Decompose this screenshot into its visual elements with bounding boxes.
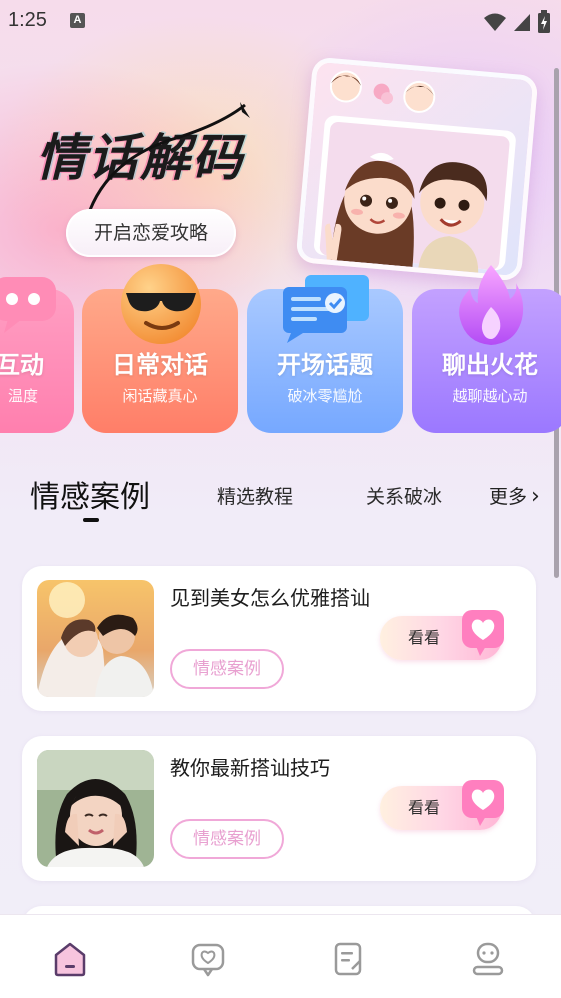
article-tag[interactable]: 情感案例 xyxy=(170,649,284,689)
article-thumbnail xyxy=(37,580,154,697)
heart-bubble-icon xyxy=(462,610,504,656)
signal-icon xyxy=(514,14,530,31)
category-title: 开场话题 xyxy=(277,351,373,379)
category-subtitle: 闲话藏真心 xyxy=(122,387,198,405)
category-subtitle: 破冰零尴尬 xyxy=(287,387,363,405)
article-card[interactable]: 见到美女怎么优雅搭讪 情感案例 看看 xyxy=(22,566,536,711)
tab-relationship-icebreak[interactable]: 关系破冰 xyxy=(366,482,444,512)
chat-bubble-icon xyxy=(0,277,56,333)
more-label: 更多 xyxy=(489,486,528,508)
chat-heart-icon[interactable] xyxy=(188,939,228,979)
article-title: 见到美女怎么优雅搭讪 xyxy=(170,586,370,610)
view-button[interactable]: 看看 xyxy=(380,780,504,830)
fire-icon xyxy=(459,265,524,345)
view-button-label: 看看 xyxy=(408,798,441,817)
category-card-opening-topics[interactable]: 开场话题 破冰零尴尬 xyxy=(247,275,403,433)
view-button[interactable]: 看看 xyxy=(380,610,504,660)
home-icon[interactable] xyxy=(50,939,90,979)
message-document-icon xyxy=(283,275,369,343)
category-title: 聊出火花 xyxy=(442,351,538,379)
article-tag[interactable]: 情感案例 xyxy=(170,819,284,859)
status-icons xyxy=(483,10,551,34)
notes-icon[interactable] xyxy=(328,939,368,979)
category-title: 日常对话 xyxy=(112,351,208,379)
article-card[interactable]: 教你最新搭讪技巧 情感案例 看看 xyxy=(22,736,536,881)
girl-photo-image xyxy=(37,750,154,867)
sunglasses-emoji-icon xyxy=(121,264,201,344)
content-tabs: 情感案例 精选教程 关系破冰 更多 › xyxy=(0,472,561,532)
category-subtitle: 越聊越心动 xyxy=(452,387,528,405)
couple-illustration xyxy=(295,56,539,282)
tab-label: 关系破冰 xyxy=(366,486,443,508)
view-button-label: 看看 xyxy=(408,628,441,647)
couple-cartoon-image xyxy=(300,61,534,277)
heart-bubble-icon xyxy=(462,780,504,826)
chevron-right-icon: › xyxy=(531,484,540,509)
article-title: 教你最新搭讪技巧 xyxy=(170,756,330,780)
battery-icon xyxy=(538,10,550,33)
category-card-spark-chat[interactable]: 聊出火花 越聊越心动 xyxy=(412,265,561,433)
bottom-navigation xyxy=(0,914,561,998)
profile-icon[interactable] xyxy=(468,939,508,979)
article-thumbnail xyxy=(37,750,154,867)
app-screen: 1:25 A 情话解码 开启恋爱攻略 互动 温度 日常对话 闲话藏真心 开场话题… xyxy=(0,0,561,998)
category-card-interaction[interactable]: 互动 温度 xyxy=(0,277,74,433)
category-card-daily-chat[interactable]: 日常对话 闲话藏真心 xyxy=(82,264,238,433)
couple-photo-image xyxy=(37,580,154,697)
notification-badge: A xyxy=(70,13,85,28)
start-strategy-button[interactable]: 开启恋爱攻略 xyxy=(66,209,236,257)
tab-more-button[interactable]: 更多 › xyxy=(489,482,540,509)
status-bar: 1:25 A xyxy=(0,0,561,44)
tab-selected-tutorials[interactable]: 精选教程 xyxy=(217,482,293,509)
category-subtitle: 温度 xyxy=(7,387,38,405)
tab-emotional-cases[interactable]: 情感案例 xyxy=(30,472,150,516)
swoosh-decoration-icon xyxy=(88,102,250,211)
status-time: 1:25 xyxy=(8,9,47,31)
wifi-icon xyxy=(484,13,506,31)
active-tab-indicator xyxy=(83,518,99,522)
category-title: 互动 xyxy=(0,351,44,379)
